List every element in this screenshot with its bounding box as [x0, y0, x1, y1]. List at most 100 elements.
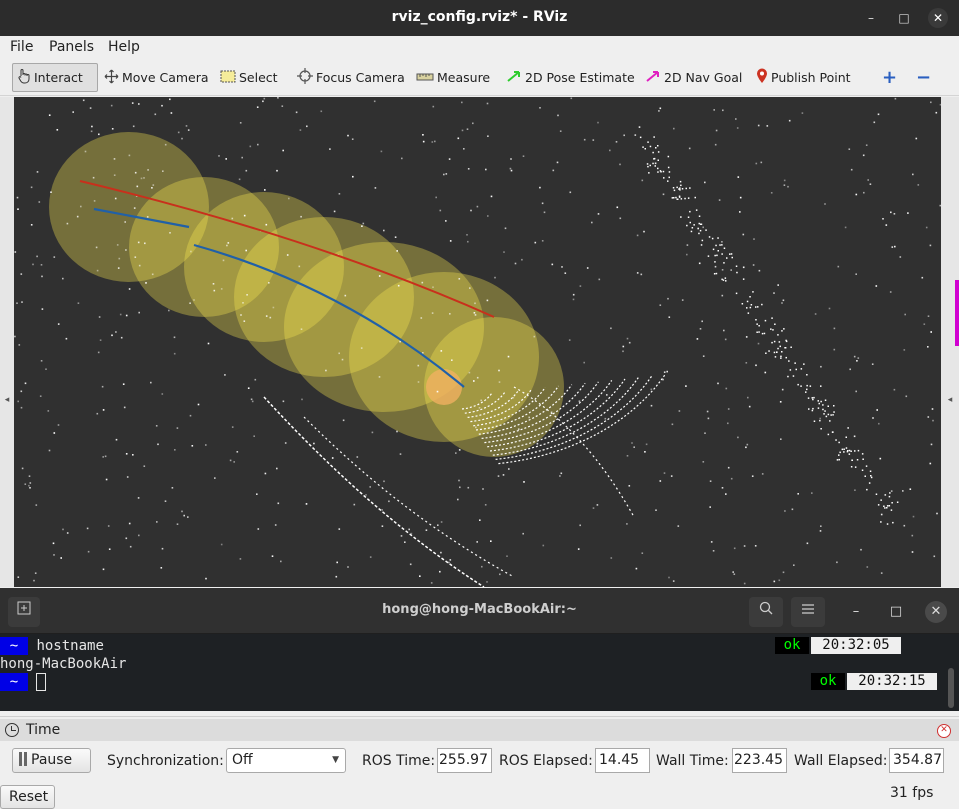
- publish-point-tool[interactable]: Publish Point: [752, 63, 855, 92]
- terminal-maximize-icon[interactable]: □: [885, 597, 907, 627]
- lidar-point: [256, 493, 258, 495]
- lidar-point: [421, 281, 424, 284]
- lidar-point: [66, 532, 69, 534]
- lidar-point: [473, 312, 476, 314]
- maximize-button[interactable]: □: [894, 8, 914, 28]
- lidar-point: [29, 487, 31, 489]
- lidar-point: [241, 156, 243, 159]
- lidar-point: [773, 580, 776, 583]
- left-panel-grip[interactable]: ◂: [0, 97, 14, 587]
- lidar-point: [30, 224, 33, 226]
- measure-tool[interactable]: Measure: [412, 63, 494, 92]
- lidar-point: [552, 169, 555, 172]
- lidar-point: [409, 563, 412, 566]
- time-panel-title: Time: [26, 722, 61, 738]
- wall-elapsed-field[interactable]: 354.87: [889, 748, 944, 773]
- pose-estimate-tool[interactable]: 2D Pose Estimate: [502, 63, 639, 92]
- wall-point: [845, 436, 847, 438]
- lidar-point: [171, 487, 174, 489]
- wall-point: [880, 499, 882, 501]
- wall-point: [771, 317, 773, 319]
- lidar-point: [824, 203, 826, 205]
- panel-close-icon[interactable]: ✕: [937, 724, 951, 738]
- fps-readout: 31 fps: [890, 785, 934, 801]
- wall-point: [884, 507, 886, 509]
- lidar-point: [238, 178, 241, 181]
- wall-point: [817, 407, 820, 409]
- lidar-point: [365, 494, 367, 496]
- lidar-point: [282, 400, 285, 403]
- lidar-point: [733, 547, 736, 550]
- sync-select[interactable]: Off ▼: [226, 748, 346, 773]
- lidar-point: [300, 328, 303, 330]
- lidar-point: [890, 211, 892, 214]
- wall-point: [698, 222, 700, 225]
- lidar-point: [743, 545, 746, 547]
- lidar-point: [499, 573, 501, 576]
- wall-point: [827, 413, 830, 416]
- terminal-minimize-icon[interactable]: –: [845, 597, 867, 627]
- wall-point: [838, 441, 840, 444]
- terminal-scrollbar[interactable]: [948, 668, 954, 708]
- menu-panels[interactable]: Panels: [49, 39, 94, 55]
- lidar-point: [929, 462, 932, 465]
- wall-point: [726, 257, 728, 259]
- lidar-point: [187, 129, 190, 131]
- wall-point: [673, 197, 675, 199]
- lidar-point: [592, 507, 595, 509]
- lidar-point: [28, 484, 30, 487]
- lidar-point: [745, 362, 748, 364]
- select-tool[interactable]: Select: [216, 63, 282, 92]
- lidar-point: [394, 236, 397, 238]
- lidar-point: [245, 249, 247, 252]
- add-tool-button[interactable]: +: [878, 63, 901, 92]
- minimize-button[interactable]: –: [861, 8, 881, 28]
- menu-file[interactable]: File: [10, 39, 33, 55]
- terminal-menu-icon[interactable]: [791, 597, 825, 627]
- wall-point: [839, 451, 841, 454]
- terminal-body[interactable]: ~ hostname ok 20:32:05 hong-MacBookAir ~ …: [0, 634, 959, 711]
- lidar-point: [251, 400, 254, 403]
- ros-time-field[interactable]: 8255.97: [437, 748, 492, 773]
- pause-button[interactable]: Pause: [12, 748, 91, 773]
- interact-tool[interactable]: Interact: [12, 63, 98, 92]
- lidar-point: [806, 542, 809, 545]
- ros-elapsed-field[interactable]: 14.45: [595, 748, 650, 773]
- lidar-point: [98, 133, 100, 136]
- lidar-point: [504, 227, 507, 230]
- lidar-point: [93, 200, 96, 202]
- wall-point: [812, 398, 814, 401]
- move-camera-tool[interactable]: Move Camera: [100, 63, 213, 92]
- wall-point: [757, 306, 759, 308]
- lidar-point: [833, 327, 836, 330]
- lidar-point: [98, 316, 101, 318]
- lidar-point: [673, 127, 675, 130]
- close-button[interactable]: ✕: [928, 8, 948, 28]
- lidar-point: [494, 276, 496, 279]
- pose-estimate-label: 2D Pose Estimate: [525, 70, 635, 85]
- nav-goal-tool[interactable]: 2D Nav Goal: [641, 63, 746, 92]
- wall-point: [735, 265, 738, 267]
- render-3d-view[interactable]: [14, 97, 941, 587]
- lidar-point: [233, 461, 235, 463]
- wall-point: [707, 255, 710, 257]
- prompt-symbol-2: ~: [0, 673, 28, 691]
- lidar-point: [929, 244, 932, 247]
- menu-help[interactable]: Help: [108, 39, 140, 55]
- lidar-point: [249, 145, 252, 148]
- wall-point: [684, 197, 686, 200]
- lidar-point: [38, 201, 41, 203]
- wall-point: [714, 261, 716, 263]
- focus-camera-tool[interactable]: Focus Camera: [293, 63, 409, 92]
- reset-button[interactable]: Reset: [0, 785, 55, 809]
- lidar-point: [243, 320, 246, 322]
- lidar-point: [29, 482, 32, 484]
- select-rect-icon: [220, 70, 236, 86]
- terminal-close-icon[interactable]: ✕: [925, 601, 947, 623]
- terminal-search-icon[interactable]: [749, 597, 783, 627]
- wall-point: [715, 244, 717, 247]
- remove-tool-button[interactable]: −: [912, 63, 935, 92]
- lidar-point: [132, 454, 134, 456]
- wall-time-field[interactable]: 2223.45: [732, 748, 787, 773]
- lidar-point: [542, 544, 545, 547]
